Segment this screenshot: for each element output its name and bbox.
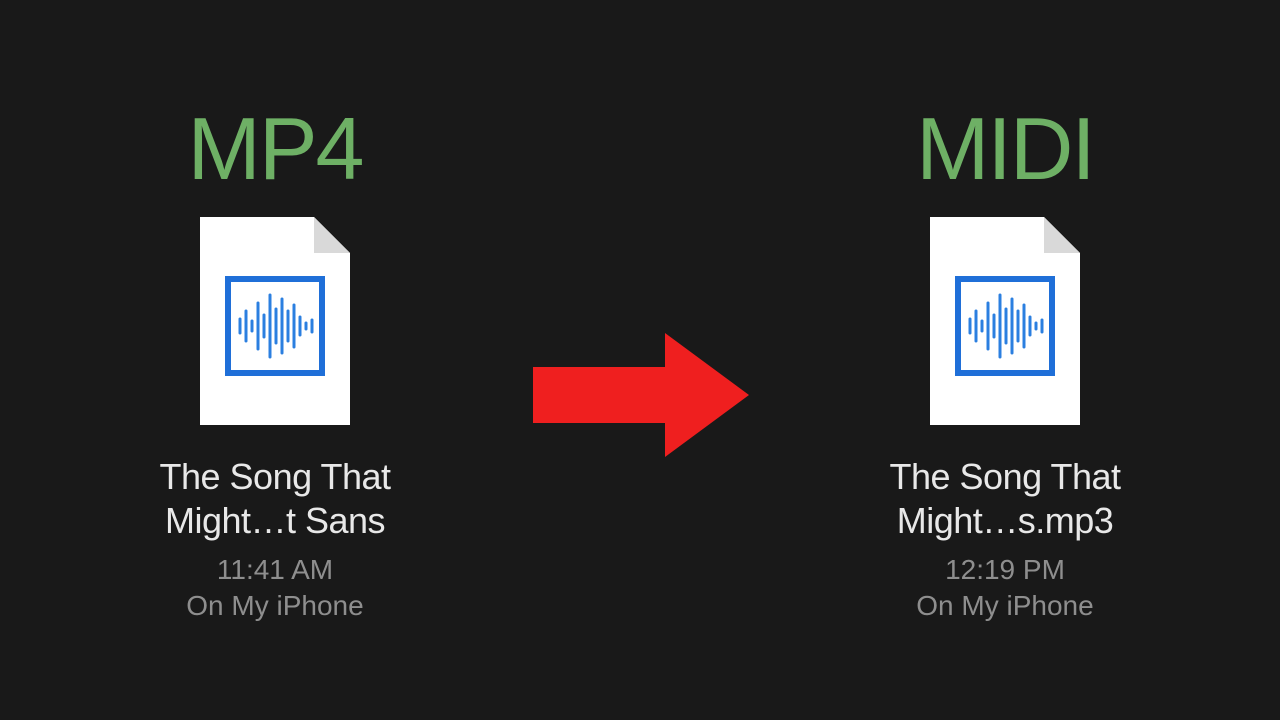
source-format-heading: MP4 <box>188 105 363 193</box>
target-file-location: On My iPhone <box>916 588 1093 624</box>
source-file-column: MP4 <box>95 105 455 624</box>
target-file-name: The Song That Might…s.mp3 <box>825 455 1185 541</box>
audio-file-icon <box>920 211 1090 431</box>
source-file-name: The Song That Might…t Sans <box>95 455 455 541</box>
target-file-column: MIDI <box>825 105 1185 624</box>
arrow-right-icon <box>525 325 755 465</box>
target-file-time: 12:19 PM <box>945 552 1065 588</box>
audio-file-icon <box>190 211 360 431</box>
source-file-time: 11:41 AM <box>217 552 333 588</box>
conversion-graphic: MP4 <box>0 0 1280 720</box>
target-format-heading: MIDI <box>916 105 1094 193</box>
source-file-location: On My iPhone <box>186 588 363 624</box>
